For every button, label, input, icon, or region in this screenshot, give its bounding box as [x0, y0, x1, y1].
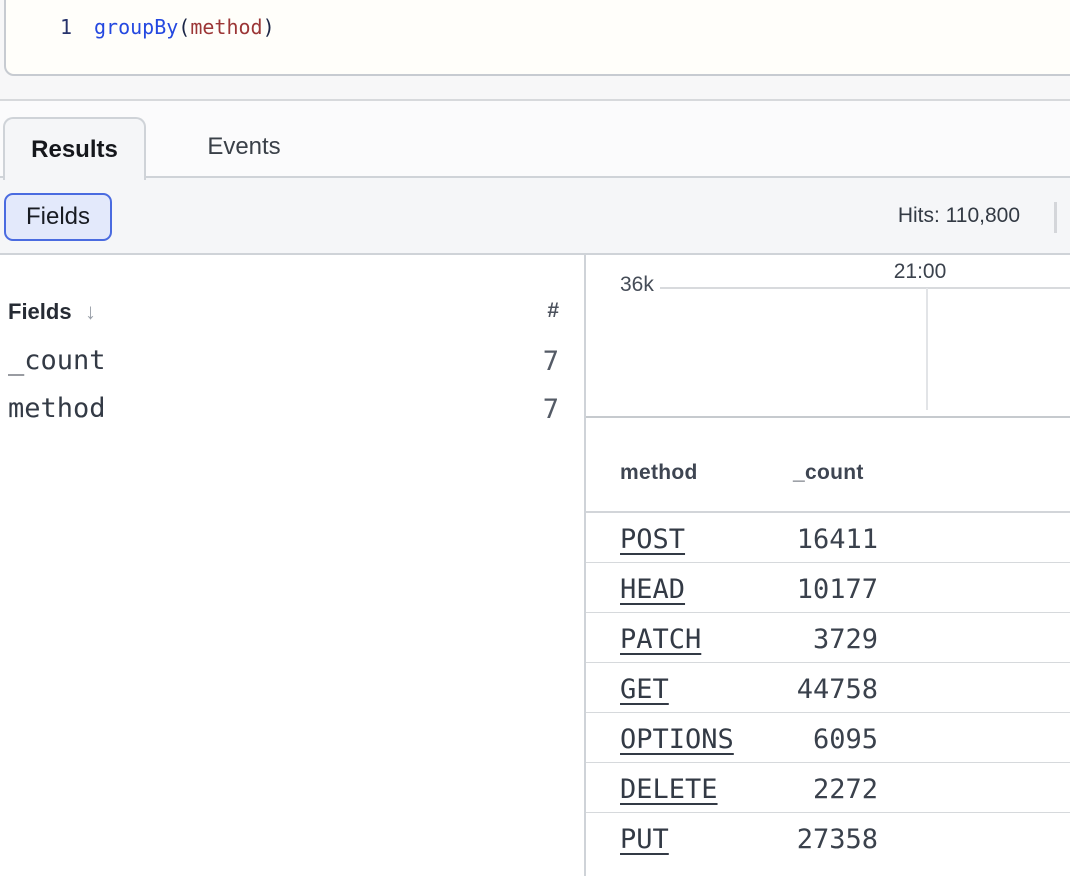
- fields-panel-title: Fields: [8, 299, 72, 324]
- method-value-link[interactable]: OPTIONS: [620, 724, 734, 755]
- count-value: 10177: [786, 574, 878, 605]
- toolbar-divider: [1054, 202, 1057, 233]
- table-row[interactable]: HEAD 10177: [586, 563, 1070, 613]
- x-axis-tick-label: 21:00: [880, 260, 960, 284]
- fields-toggle-button[interactable]: Fields: [4, 193, 112, 241]
- table-row[interactable]: PUT 27358: [586, 813, 1070, 863]
- query-code-line: 1 groupBy(method): [6, 14, 1070, 40]
- query-code: groupBy(method): [94, 14, 275, 40]
- count-column-header: #: [547, 299, 559, 323]
- column-header-count: _count: [793, 461, 864, 485]
- count-value: 27358: [786, 824, 878, 855]
- column-header-method: method: [620, 461, 698, 485]
- table-row[interactable]: PATCH 3729: [586, 613, 1070, 663]
- tab-bar: Results Events: [0, 101, 1070, 178]
- table-row[interactable]: OPTIONS 6095: [586, 713, 1070, 763]
- results-toolbar: Fields Hits: 110,800: [0, 178, 1070, 255]
- x-gridline: [926, 288, 928, 410]
- field-row-method[interactable]: method 7: [8, 393, 559, 425]
- count-value: 16411: [786, 524, 878, 555]
- timeline-chart[interactable]: 21:00 36k: [586, 255, 1070, 418]
- results-table-header: method _count: [586, 418, 1070, 513]
- table-row[interactable]: POST 16411: [586, 513, 1070, 563]
- field-name: _count: [8, 345, 106, 376]
- query-results-screen: 1 groupBy(method) Results Events Fields …: [0, 0, 1070, 876]
- sort-descending-icon[interactable]: ↓: [85, 299, 96, 324]
- editor-separator: [0, 76, 1070, 101]
- y-axis-tick-label: 36k: [620, 273, 654, 297]
- tab-results-label: Results: [31, 136, 118, 164]
- method-value-link[interactable]: HEAD: [620, 574, 685, 605]
- field-row-count[interactable]: _count 7: [8, 345, 559, 377]
- method-value-link[interactable]: POST: [620, 524, 685, 555]
- method-value-link[interactable]: DELETE: [620, 774, 718, 805]
- method-value-link[interactable]: PATCH: [620, 624, 701, 655]
- count-value: 6095: [786, 724, 878, 755]
- results-table: method _count POST 16411 HEAD 10177 PATC…: [586, 418, 1070, 876]
- fields-panel-header: Fields ↓ #: [8, 299, 559, 327]
- table-row[interactable]: GET 44758: [586, 663, 1070, 713]
- code-argument-token: method: [190, 15, 262, 39]
- tab-events[interactable]: Events: [178, 117, 310, 176]
- code-close-paren-token: ): [263, 15, 275, 39]
- method-value-link[interactable]: GET: [620, 674, 669, 705]
- hits-count: Hits: 110,800: [898, 204, 1020, 228]
- code-function-token: groupBy: [94, 15, 178, 39]
- line-number: 1: [6, 14, 72, 40]
- count-value: 2272: [786, 774, 878, 805]
- tab-results[interactable]: Results: [3, 117, 146, 180]
- code-open-paren-token: (: [178, 15, 190, 39]
- method-value-link[interactable]: PUT: [620, 824, 669, 855]
- tab-events-label: Events: [207, 133, 280, 161]
- query-editor[interactable]: 1 groupBy(method): [4, 0, 1070, 76]
- count-value: 3729: [786, 624, 878, 655]
- table-row[interactable]: DELETE 2272: [586, 763, 1070, 813]
- field-cardinality: 7: [543, 346, 559, 377]
- count-value: 44758: [786, 674, 878, 705]
- y-gridline: [660, 287, 1070, 289]
- field-name: method: [8, 393, 106, 424]
- fields-panel: Fields ↓ # _count 7 method 7: [0, 255, 586, 876]
- field-cardinality: 7: [543, 394, 559, 425]
